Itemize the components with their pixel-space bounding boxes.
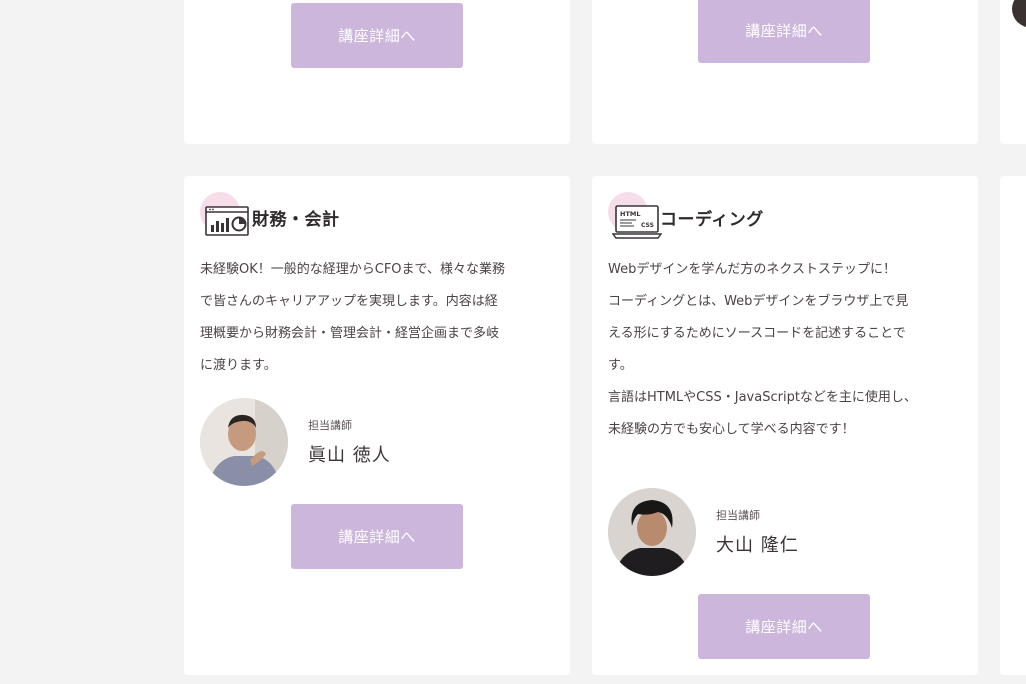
course-card-top-edge [1000,0,1026,144]
course-detail-button[interactable]: 講座詳細へ [698,594,870,659]
course-card-edge [1000,176,1026,675]
html-css-laptop-icon: HTML CSS [608,192,662,240]
instructor-avatar [1012,0,1026,28]
chart-monitor-icon [200,192,250,240]
svg-text:CSS: CSS [641,222,654,229]
course-title: 財務・会計 [252,209,340,230]
course-header: 財務・会計 [200,192,340,240]
svg-text:HTML: HTML [620,210,640,218]
course-card-finance: 財務・会計 未経験OK！一般的な経理からCFOまで、様々な業務 で皆さんのキャリ… [184,176,570,675]
instructor-name: 眞山 徳人 [308,445,391,466]
course-card-top-right: 講座詳細へ [592,0,978,144]
instructor: 担当講師 大山 隆仁 [608,488,799,576]
instructor-avatar [200,398,288,486]
course-description: 未経験OK！一般的な経理からCFOまで、様々な業務 で皆さんのキャリアアップを実… [200,262,506,373]
course-detail-button[interactable]: 講座詳細へ [291,3,463,68]
instructor-role: 担当講師 [308,419,352,432]
course-detail-button[interactable]: 講座詳細へ [291,504,463,569]
instructor: 担当講師 眞山 徳人 [200,398,391,486]
course-header: HTML CSS コーディング [608,192,764,240]
course-card-top-left: 講座詳細へ [184,0,570,144]
course-card-coding: HTML CSS コーディング Webデザインを学んだ方のネクストステップに！ … [592,176,978,675]
instructor-name: 大山 隆仁 [716,535,799,556]
course-title: コーディング [660,209,764,230]
instructor-avatar [608,488,696,576]
course-detail-button[interactable]: 講座詳細へ [698,0,870,63]
instructor-role: 担当講師 [716,509,760,522]
course-description: Webデザインを学んだ方のネクストステップに！ コーディングとは、Webデザイン… [608,262,917,437]
